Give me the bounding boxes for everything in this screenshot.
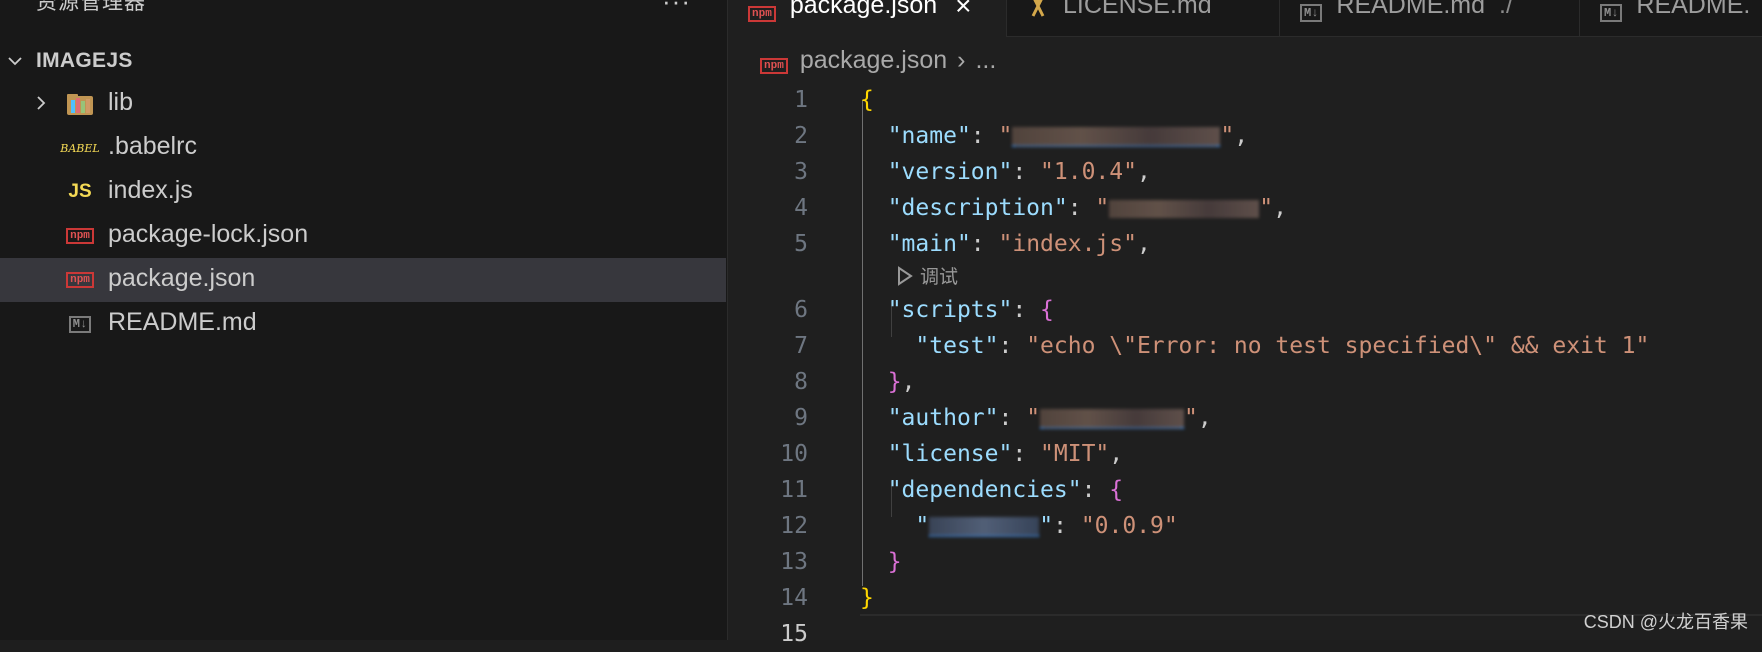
tab-description: ./ xyxy=(1499,0,1513,19)
tree-item-label: .babelrc xyxy=(108,132,197,160)
code-line: 8 }, xyxy=(794,369,916,395)
code-line: 1 { xyxy=(794,87,874,113)
tree-item-readme-md[interactable]: M↓ README.md xyxy=(0,302,726,346)
tree-item-babelrc[interactable]: BABEL .babelrc xyxy=(0,126,726,170)
code-line: 5 "main": "index.js", xyxy=(794,231,1151,257)
tab-label: LICENSE.md xyxy=(1063,0,1212,19)
tree-item-label: lib xyxy=(108,88,134,116)
code-line: 12 " ": "0.0.9" xyxy=(780,513,1178,539)
tree-item-label: index.js xyxy=(108,176,193,204)
code-line: 3 "version": "1.0.4", xyxy=(794,159,1151,185)
tree-item-label: README.md xyxy=(108,308,257,336)
markdown-icon: M↓ xyxy=(1300,0,1323,23)
watermark: CSDN @火龙百香果 xyxy=(1583,612,1748,632)
markdown-icon: M↓ xyxy=(64,312,96,336)
code-line: 13 } xyxy=(780,549,902,575)
tree-item-package-lock-json[interactable]: npm package-lock.json xyxy=(0,214,726,258)
tab-label: README.md xyxy=(1336,0,1486,19)
tree-item-label: package-lock.json xyxy=(108,220,309,248)
tree-item-index-js[interactable]: JS index.js xyxy=(0,170,726,214)
npm-icon: npm xyxy=(64,268,96,292)
javascript-icon: JS xyxy=(68,181,92,202)
tab-readme-md[interactable]: M↓ README.md ./ xyxy=(1280,0,1580,36)
tree-item-lib[interactable]: lib xyxy=(0,82,726,126)
tab-package-json[interactable]: npm package.json × xyxy=(728,0,1007,37)
babel-icon: BABEL xyxy=(60,141,100,155)
editor-area: npm package.json × LICENSE.md M↓ README.… xyxy=(728,0,1762,647)
markdown-icon: M↓ xyxy=(1600,0,1623,23)
explorer-title: 资源管理器 xyxy=(36,0,146,14)
more-actions-icon[interactable]: ··· xyxy=(662,0,691,17)
chevron-right-icon xyxy=(37,96,46,110)
tab-readme-2[interactable]: M↓ README. xyxy=(1580,0,1762,36)
tab-label: README. xyxy=(1636,0,1751,19)
workspace-title: IMAGEJS xyxy=(36,49,133,72)
code-line: 9 "author": " ", xyxy=(794,405,1212,431)
breadcrumb: npm package.json › ... xyxy=(760,44,996,76)
code-line: 7 "test": "echo \"Error: no test specifi… xyxy=(794,333,1650,359)
tab-bar: npm package.json × LICENSE.md M↓ README.… xyxy=(728,0,1762,37)
code-line: 10 "license": "MIT", xyxy=(780,441,1124,467)
npm-icon: npm xyxy=(760,46,788,75)
debug-label: 调试 xyxy=(920,267,959,288)
chevron-down-icon xyxy=(8,57,22,66)
tab-license-md[interactable]: LICENSE.md xyxy=(1007,0,1280,36)
code-line: 2 "name": " ", xyxy=(794,123,1249,149)
tab-label: package.json xyxy=(789,0,938,19)
breadcrumb-file[interactable]: package.json xyxy=(800,46,947,75)
folder-lib-icon xyxy=(64,92,96,116)
npm-icon: npm xyxy=(748,0,776,23)
close-icon[interactable]: × xyxy=(955,0,971,22)
tree-item-label: package.json xyxy=(108,264,256,292)
breadcrumb-more[interactable]: ... xyxy=(975,46,996,75)
explorer-sidebar: 资源管理器 ··· IMAGEJS lib BABEL .babelrc JS … xyxy=(0,0,728,640)
debug-codelens[interactable]: 调试 xyxy=(896,262,958,289)
license-icon xyxy=(1027,0,1049,25)
npm-icon: npm xyxy=(64,224,96,248)
tree-item-package-json[interactable]: npm package.json xyxy=(0,258,726,302)
play-icon xyxy=(898,265,913,286)
code-line: 6 "scripts": { xyxy=(794,297,1054,323)
code-line: 11 "dependencies": { xyxy=(780,477,1124,503)
code-line: 4 "description": " ", xyxy=(794,195,1287,221)
breadcrumb-separator: › xyxy=(957,45,966,74)
workspace-section-header[interactable]: IMAGEJS xyxy=(0,44,727,78)
